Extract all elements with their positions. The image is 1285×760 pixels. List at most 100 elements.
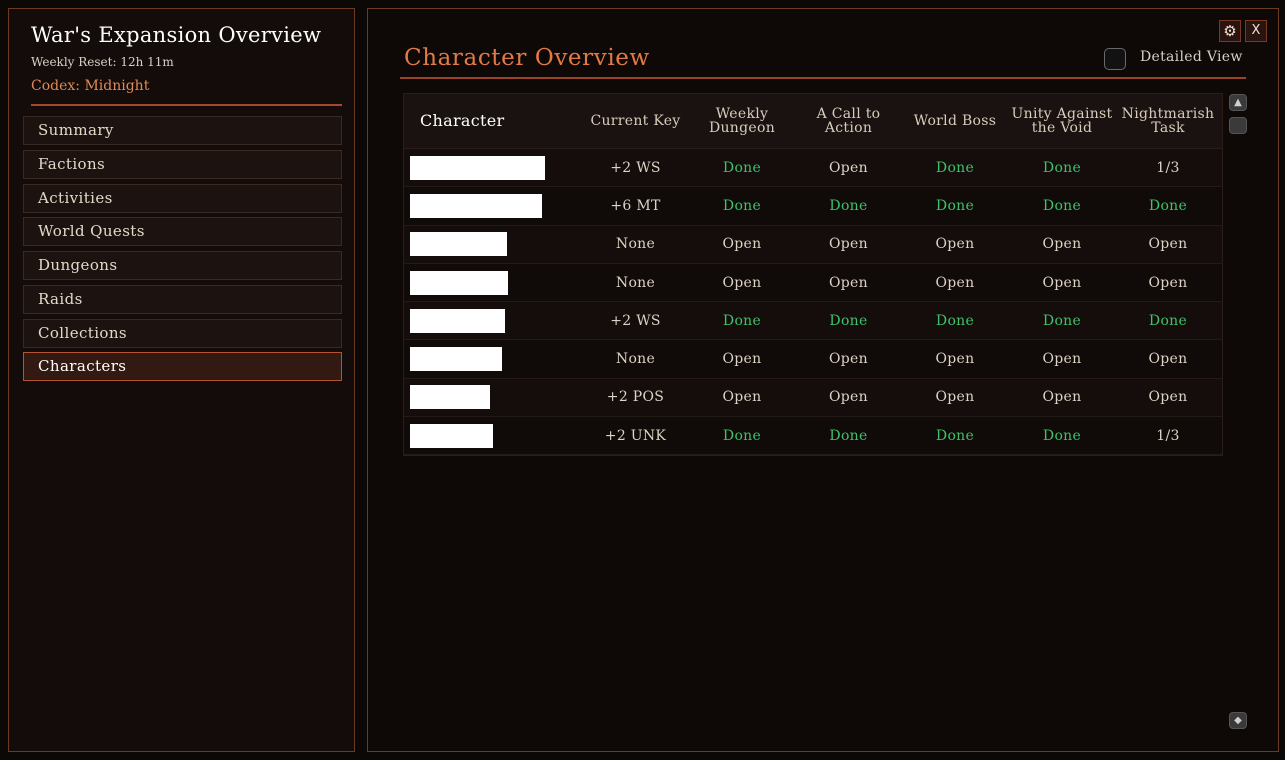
cell-unity-against-void: Done	[1042, 312, 1082, 329]
character-table: Character Current Key Weekly Dungeon A C…	[403, 93, 1223, 457]
cell-call-to-action: Open	[829, 351, 868, 368]
redacted-character-name	[410, 193, 542, 218]
cell-unity-against-void: Open	[1042, 274, 1082, 291]
table-row[interactable]: +2 UNK Done Done Done Done 1/3	[404, 417, 1222, 456]
cell-current-key: +2 POS	[606, 389, 665, 406]
detailed-view-label[interactable]: Detailed View	[1140, 49, 1243, 65]
cell-current-key: None	[615, 274, 656, 291]
nav-item-activities[interactable]: Activities	[23, 183, 342, 213]
table-body: +2 WS Done Open Done Done 1/3 +6 MT Done Done Don…	[404, 149, 1222, 456]
character-name-cell	[404, 270, 582, 295]
table-row[interactable]: +2 WS Done Done Done Done Done	[404, 302, 1222, 341]
table-header: Character Current Key Weekly Dungeon A C…	[404, 94, 1222, 149]
redacted-character-name	[410, 232, 507, 257]
cell-unity-against-void: Done	[1042, 159, 1082, 176]
header-character[interactable]: Character	[404, 113, 582, 129]
cell-world-boss: Done	[935, 427, 975, 444]
redacted-character-name	[410, 385, 490, 410]
character-name-cell	[404, 385, 582, 410]
scroll-thumb-icon[interactable]	[1229, 117, 1247, 134]
redacted-character-name	[410, 347, 502, 372]
character-name-cell	[404, 155, 582, 180]
cell-world-boss: Open	[935, 351, 975, 368]
cell-call-to-action: Open	[829, 159, 868, 176]
cell-nightmarish-task: Done	[1148, 197, 1188, 214]
weekly-reset-timer: Weekly Reset: 12h 11m	[31, 55, 174, 69]
header-weekly-dungeon[interactable]: Weekly Dungeon	[689, 107, 795, 135]
character-name-cell	[404, 347, 582, 372]
cell-nightmarish-task: Open	[1148, 274, 1188, 291]
cell-unity-against-void: Open	[1042, 351, 1082, 368]
table-row[interactable]: None Open Open Open Open Open	[404, 263, 1222, 303]
table-row[interactable]: +6 MT Done Done Done Done Done	[404, 187, 1222, 226]
main-panel: ⚙ X Character Overview Detailed View Cha…	[367, 8, 1279, 752]
codex-label: Codex: Midnight	[31, 78, 150, 94]
cell-call-to-action: Open	[829, 389, 868, 406]
cell-world-boss: Done	[935, 197, 975, 214]
cell-weekly-dungeon: Open	[722, 236, 762, 253]
cell-call-to-action: Open	[829, 236, 868, 253]
header-unity-against-void[interactable]: Unity Against the Void	[1008, 107, 1116, 135]
cell-nightmarish-task: Done	[1148, 312, 1188, 329]
table-row[interactable]: +2 WS Done Open Done Done 1/3	[404, 149, 1222, 188]
cell-weekly-dungeon: Open	[722, 351, 762, 368]
cell-call-to-action: Done	[829, 197, 868, 214]
cell-weekly-dungeon: Done	[722, 159, 762, 176]
cell-world-boss: Open	[935, 389, 975, 406]
cell-nightmarish-task: Open	[1148, 351, 1188, 368]
cell-current-key: +2 WS	[610, 159, 661, 176]
cell-weekly-dungeon: Done	[722, 312, 762, 329]
header-current-key[interactable]: Current Key	[582, 114, 689, 128]
cell-weekly-dungeon: Open	[722, 274, 762, 291]
cell-world-boss: Open	[935, 274, 975, 291]
scroll-up-icon[interactable]: ▲	[1229, 94, 1247, 111]
cell-call-to-action: Done	[829, 312, 868, 329]
header-world-boss[interactable]: World Boss	[902, 114, 1008, 128]
cell-current-key: None	[615, 351, 656, 368]
nav-item-factions[interactable]: Factions	[23, 149, 342, 179]
cell-current-key: +2 WS	[610, 312, 661, 329]
cell-unity-against-void: Done	[1042, 197, 1082, 214]
cell-unity-against-void: Open	[1042, 389, 1082, 406]
resize-handle-icon[interactable]: ◆	[1229, 712, 1247, 729]
cell-unity-against-void: Done	[1042, 427, 1082, 444]
redacted-character-name	[410, 270, 508, 295]
cell-weekly-dungeon: Done	[722, 197, 762, 214]
close-button[interactable]: X	[1245, 20, 1267, 42]
cell-nightmarish-task: Open	[1148, 236, 1188, 253]
page-title: Character Overview	[404, 45, 650, 71]
cell-weekly-dungeon: Open	[722, 389, 762, 406]
redacted-character-name	[410, 155, 545, 180]
settings-gear-icon[interactable]: ⚙	[1219, 20, 1241, 42]
cell-current-key: +6 MT	[610, 197, 661, 214]
nav-item-world-quests[interactable]: World Quests	[23, 217, 342, 247]
app-title: War's Expansion Overview	[31, 23, 322, 47]
character-name-cell	[404, 308, 582, 333]
sidebar-divider	[31, 104, 342, 106]
table-row[interactable]: +2 POS Open Open Open Open Open	[404, 378, 1222, 418]
cell-call-to-action: Done	[829, 427, 868, 444]
header-nightmarish-task[interactable]: Nightmarish Task	[1116, 107, 1220, 135]
detailed-view-checkbox[interactable]	[1104, 48, 1126, 70]
redacted-character-name	[410, 423, 493, 448]
character-name-cell	[404, 232, 582, 257]
cell-unity-against-void: Open	[1042, 236, 1082, 253]
table-row[interactable]: None Open Open Open Open Open	[404, 225, 1222, 264]
nav-item-dungeons[interactable]: Dungeons	[23, 251, 342, 280]
cell-world-boss: Open	[935, 236, 975, 253]
character-name-cell	[404, 423, 582, 448]
nav-item-summary[interactable]: Summary	[23, 116, 342, 145]
character-name-cell	[404, 193, 582, 218]
table-row[interactable]: None Open Open Open Open Open	[404, 340, 1222, 379]
nav-list: Summary Factions Activities World Quests…	[23, 116, 342, 386]
nav-item-collections[interactable]: Collections	[23, 318, 342, 348]
header-call-to-action[interactable]: A Call to Action	[795, 107, 902, 135]
nav-item-characters[interactable]: Characters	[23, 352, 342, 382]
redacted-character-name	[410, 308, 505, 333]
sidebar: War's Expansion Overview Weekly Reset: 1…	[8, 8, 355, 752]
cell-current-key: None	[615, 236, 656, 253]
nav-item-raids[interactable]: Raids	[23, 284, 342, 314]
title-divider	[400, 77, 1246, 79]
cell-nightmarish-task: Open	[1148, 389, 1188, 406]
cell-world-boss: Done	[935, 312, 975, 329]
